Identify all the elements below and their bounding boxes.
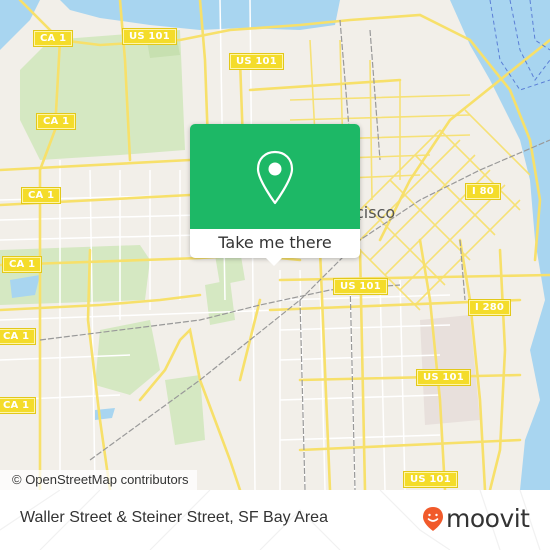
osm-attribution[interactable]: © OpenStreetMap contributors xyxy=(0,470,197,490)
route-shield-us101: US 101 xyxy=(122,28,177,45)
route-shield-us101: US 101 xyxy=(229,53,284,70)
footer-bar: Waller Street & Steiner Street, SF Bay A… xyxy=(0,490,550,550)
city-label-san-francisco: cisco xyxy=(355,203,396,222)
map-pin-icon xyxy=(256,150,294,205)
route-shield-us101: US 101 xyxy=(416,369,471,386)
route-shield-ca1: CA 1 xyxy=(20,187,62,204)
route-shield-ca1: CA 1 xyxy=(1,256,43,273)
location-title: Waller Street & Steiner Street, SF Bay A… xyxy=(20,509,328,526)
route-shield-us101: US 101 xyxy=(403,471,458,488)
location-popup: Take me there xyxy=(190,124,360,266)
park-area xyxy=(95,320,160,395)
moovit-smile-pin-icon xyxy=(423,507,443,531)
moovit-wordmark: moovit xyxy=(446,504,530,533)
route-shield-ca1: CA 1 xyxy=(0,328,37,345)
route-shield-ca1: CA 1 xyxy=(32,30,74,47)
take-me-there-button[interactable]: Take me there xyxy=(190,229,360,258)
route-shield-ca1: CA 1 xyxy=(35,113,77,130)
route-shield-ca1: CA 1 xyxy=(0,397,37,414)
popup-header xyxy=(190,124,360,229)
route-shield-i280: I 280 xyxy=(467,299,512,316)
park-area-3 xyxy=(205,280,235,325)
popup-pointer xyxy=(265,257,283,266)
route-shield-us101: US 101 xyxy=(333,278,388,295)
moovit-logo[interactable]: moovit xyxy=(422,503,530,535)
park-area-2 xyxy=(165,375,205,445)
map-view[interactable]: CA 1 US 101 US 101 CA 1 CA 1 I 80 CA 1 C… xyxy=(0,0,550,490)
route-shield-i80: I 80 xyxy=(465,183,501,200)
